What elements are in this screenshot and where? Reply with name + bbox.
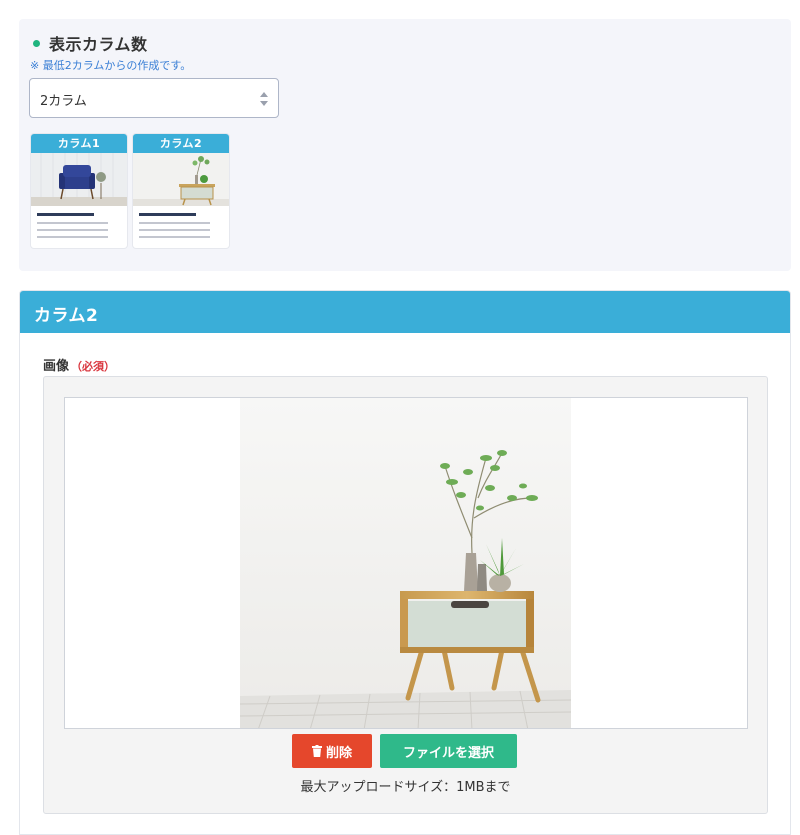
image-preview bbox=[64, 397, 748, 729]
section-title: カラム2 bbox=[34, 306, 99, 326]
column-count-heading: 表示カラム数 bbox=[31, 31, 148, 55]
column-settings-panel: 表示カラム数 ※ 最低2カラムからの作成です。 2カラム カラム1 カラム2 bbox=[19, 19, 791, 271]
column-count-select[interactable]: 2カラム bbox=[29, 78, 279, 118]
select-arrows-icon bbox=[260, 92, 268, 106]
column-count-title: 表示カラム数 bbox=[49, 35, 148, 54]
thumbnail-image bbox=[31, 153, 127, 206]
uploaded-image bbox=[240, 398, 571, 728]
delete-button-label: 削除 bbox=[325, 745, 352, 761]
required-badge: （必須） bbox=[71, 360, 116, 373]
delete-image-button[interactable]: 削除 bbox=[292, 734, 372, 768]
column-2-section: カラム2 画像 （必須） 削除 ファイルを選択 最大アップロードサイズ：1MBま… bbox=[19, 290, 791, 835]
column-thumbnail-2[interactable]: カラム2 bbox=[133, 134, 229, 248]
select-file-button-label: ファイルを選択 bbox=[402, 745, 494, 761]
column-thumbnails: カラム1 カラム2 bbox=[31, 134, 229, 248]
column-thumbnail-label: カラム1 bbox=[31, 134, 127, 153]
column-count-note: ※ 最低2カラムからの作成です。 bbox=[30, 59, 192, 72]
image-upload-box: 削除 ファイルを選択 最大アップロードサイズ：1MBまで bbox=[43, 376, 768, 814]
image-field-label: 画像 （必須） bbox=[43, 355, 115, 374]
trash-icon bbox=[311, 745, 322, 757]
column-thumbnail-1[interactable]: カラム1 bbox=[31, 134, 127, 248]
thumbnail-text-lines bbox=[133, 206, 229, 248]
section-header: カラム2 bbox=[20, 291, 790, 333]
column-thumbnail-label: カラム2 bbox=[133, 134, 229, 153]
image-label-text: 画像 bbox=[43, 359, 70, 374]
thumbnail-image bbox=[133, 153, 229, 206]
upload-size-note: 最大アップロードサイズ：1MBまで bbox=[300, 780, 511, 795]
column-count-select-value: 2カラム bbox=[40, 94, 87, 109]
thumbnail-text-lines bbox=[31, 206, 127, 248]
bullet-dot-icon bbox=[33, 39, 40, 47]
select-file-button[interactable]: ファイルを選択 bbox=[380, 734, 517, 768]
